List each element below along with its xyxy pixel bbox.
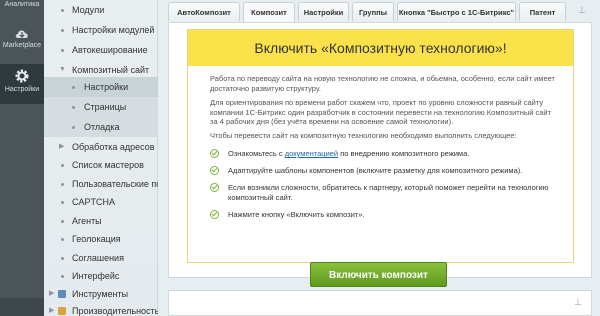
bullet-icon [61,275,64,278]
tree-item-geolocation[interactable]: Геолокация [44,229,158,249]
tree-item-agents[interactable]: Агенты [44,211,158,231]
documentation-link[interactable]: документацией [285,149,338,158]
bullet-icon [61,201,64,204]
performance-icon [58,307,66,315]
tree-item-performance[interactable]: ▶ Производительность [44,301,159,316]
tab-quick-button[interactable]: Кнопка "Быстро с 1С-Битрикс" [397,2,516,21]
bullet-icon [61,220,64,223]
bullet-icon [61,49,64,52]
enable-composite-button[interactable]: Включить композит [310,262,447,287]
cloud-download-icon [15,30,28,38]
check-circle-icon [210,166,219,175]
chevron-right-icon: ▶ [49,307,55,314]
notice-title: Включить «Композитную технологию»! [188,30,573,66]
bullet-icon [72,126,75,129]
tree-item-composite-pages[interactable]: Страницы [44,97,158,117]
checklist-item: Нажмите кнопку «Включить композит». [210,210,555,220]
main-content: АвтоКомпозит Композит Настройки Группы К… [158,0,600,316]
checklist-item: Адаптируйте шаблоны компонентов (включит… [210,166,555,176]
notice-paragraph-2: Для ориентирования по времени работ скаж… [210,98,552,126]
composite-notice: Включить «Композитную технологию»! Работ… [187,29,574,263]
tree-item-wizards[interactable]: Список мастеров [44,155,158,175]
left-rail: Аналитика Marketplace Настройки [0,0,44,316]
checklist-item: Если возникли сложности, обратитесь к па… [210,183,555,202]
rail-settings[interactable]: Настройки [0,64,44,104]
tree-item-composite-settings[interactable]: Настройки [44,77,158,97]
checklist-item: Ознакомьтесь с документацией по внедрени… [210,149,555,159]
gear-icon [15,69,29,83]
tree-item-interface[interactable]: Интерфейс [44,266,158,286]
rail-analytics-label: Аналитика [4,1,40,8]
composite-panel: Включить «Композитную технологию»! Работ… [168,22,592,278]
check-circle-icon [210,210,219,219]
settings-menu-tree: Модули Настройки модулей Автокеширование… [44,0,171,316]
check-circle-icon [210,149,219,158]
rail-marketplace-label: Marketplace [2,42,42,49]
check-circle-icon [210,183,219,192]
tree-item-module-settings[interactable]: Настройки модулей [44,20,158,40]
tree-item-modules[interactable]: Модули [44,0,158,20]
pin-icon[interactable]: ⊥ [574,297,582,308]
bullet-icon [61,9,64,12]
notice-paragraph-1: Работа по переводу сайта на новую технол… [210,74,555,93]
tree-item-agreements[interactable]: Соглашения [44,248,158,268]
tab-settings[interactable]: Настройки [298,2,349,21]
footer-panel: ⊥ [168,290,592,316]
bullet-icon [61,238,64,241]
tree-item-captcha[interactable]: CAPTCHA [44,192,158,212]
bullet-icon [61,29,64,32]
bullet-icon [61,183,64,186]
chevron-right-icon: ▶ [59,143,65,150]
bullet-icon [72,106,75,109]
tree-item-url-processing[interactable]: ▶ Обработка адресов [44,137,158,157]
bullet-icon [61,257,64,260]
rail-marketplace[interactable]: Marketplace [0,24,44,58]
rail-settings-label: Настройки [4,86,40,93]
tab-patent[interactable]: Патент [519,2,566,21]
bullet-icon [72,86,75,89]
bullet-icon [61,164,64,167]
tree-item-composite-debug[interactable]: Отладка [44,117,158,137]
tree-item-autocache[interactable]: Автокеширование [44,40,158,60]
tools-icon [58,290,66,298]
notice-paragraph-3: Чтобы перевести сайт на композитную техн… [210,131,517,140]
tree-item-user-fields[interactable]: Пользовательские поля [44,174,171,194]
tab-composite[interactable]: Композит [243,2,295,23]
tab-autocomposite[interactable]: АвтоКомпозит [168,2,240,21]
pin-icon[interactable]: ⊥ [578,5,586,16]
rail-bottom [0,298,44,316]
rail-analytics[interactable]: Аналитика [0,0,44,12]
tab-groups[interactable]: Группы [352,2,394,21]
